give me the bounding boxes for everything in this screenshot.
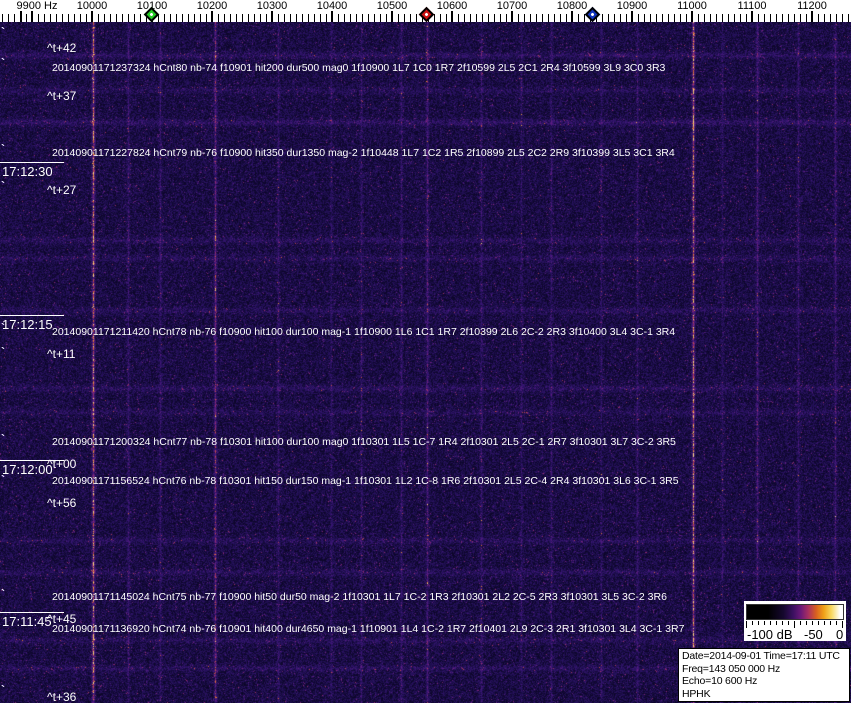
ruler-frequency-label: 10000 [76, 0, 108, 12]
ruler-frequency-label: 10800 [556, 0, 588, 12]
info-station-code: HPHK [682, 687, 711, 700]
echo-data-line: 20140901171227824 hCnt79 nb-76 f10900 hi… [52, 147, 675, 159]
edge-tick-mark: ` [1, 432, 5, 446]
ruler-frequency-label: 11000 [677, 0, 707, 12]
echo-data-line: 20140901171211420 hCnt78 nb-76 f10900 hi… [52, 326, 676, 338]
edge-tick-mark: ` [1, 473, 5, 487]
echo-data-line: 20140901171200324 hCnt77 nb-78 f10301 hi… [52, 436, 676, 448]
legend-label-mid: -50 [804, 627, 823, 642]
ruler-frequency-label: 10500 [376, 0, 408, 12]
ruler-frequency-label: 10200 [196, 0, 228, 12]
event-time-offset-mark: ^t+37 [47, 89, 77, 103]
echo-data-line: 20140901171156524 hCnt76 nb-78 f10301 hi… [52, 475, 679, 487]
legend-labels: -100 dB -50 0 [744, 627, 846, 642]
ruler-frequency-label: 11100 [737, 0, 767, 12]
echo-data-line: 20140901171136920 hCnt74 nb-76 f10901 hi… [52, 623, 685, 635]
edge-tick-mark: ` [1, 56, 5, 70]
diamond-center-dot [590, 12, 595, 17]
spectrogram-overlay: 17:12:30 17:12:15 17:12:00 17:11:45 ^t+42 ^t+… [0, 0, 851, 703]
ruler-frequency-label: 10900 [616, 0, 648, 12]
event-time-offset-mark: ^t+27 [47, 183, 77, 197]
colormap-gradient [746, 604, 844, 620]
edge-tick-mark: ` [1, 321, 5, 335]
edge-tick-mark: ` [1, 683, 5, 697]
ruler-frequency-label: 9900 Hz [16, 0, 58, 12]
db-scale-legend: -100 dB -50 0 [744, 601, 846, 642]
info-frequency: Freq=143 050 000 Hz [682, 662, 781, 675]
event-time-offset-mark: ^t+42 [47, 41, 77, 55]
legend-label-min: -100 dB [747, 627, 793, 642]
ruler-frequency-label: 10600 [436, 0, 468, 12]
info-echo: Echo=10 600 Hz [682, 675, 758, 687]
ruler-frequency-label: 10700 [496, 0, 528, 12]
edge-tick-mark: ` [1, 345, 5, 359]
ruler-frequency-label: 10400 [316, 0, 348, 12]
edge-tick-mark: ` [1, 587, 5, 601]
edge-tick-mark: ` [1, 142, 5, 156]
frequency-ruler: 9900 Hz 10000 10100 10200 10300 10400 10500 106… [0, 0, 851, 23]
timestamp-label: 17:12:30 [0, 162, 64, 179]
diamond-center-dot [424, 12, 429, 17]
event-time-offset-mark: ^t+00 [47, 457, 77, 471]
echo-data-line: 20140901171145024 hCnt75 nb-77 f10900 hi… [52, 591, 667, 603]
info-date-time: Date=2014-09-01 Time=17:11 UTC [682, 650, 840, 662]
meteor-echo-monitor-window: 9900 Hz 10000 10100 10200 10300 10400 10500 106… [0, 0, 851, 703]
observation-info-box: Date=2014-09-01 Time=17:11 UTC Freq=143 … [678, 648, 850, 702]
echo-data-line: 20140901171237324 hCnt80 nb-74 f10901 hi… [52, 62, 666, 74]
event-time-offset-mark: ^t+36 [47, 690, 77, 703]
edge-tick-mark: ` [1, 179, 5, 193]
event-time-offset-mark: ^t+11 [47, 347, 76, 361]
ruler-frequency-label: 10300 [256, 0, 288, 12]
legend-label-max: 0 [836, 627, 844, 642]
diamond-center-dot [149, 12, 154, 17]
edge-tick-mark: ` [1, 25, 5, 39]
ruler-frequency-label: 11200 [797, 0, 827, 12]
event-time-offset-mark: ^t+56 [47, 496, 77, 510]
